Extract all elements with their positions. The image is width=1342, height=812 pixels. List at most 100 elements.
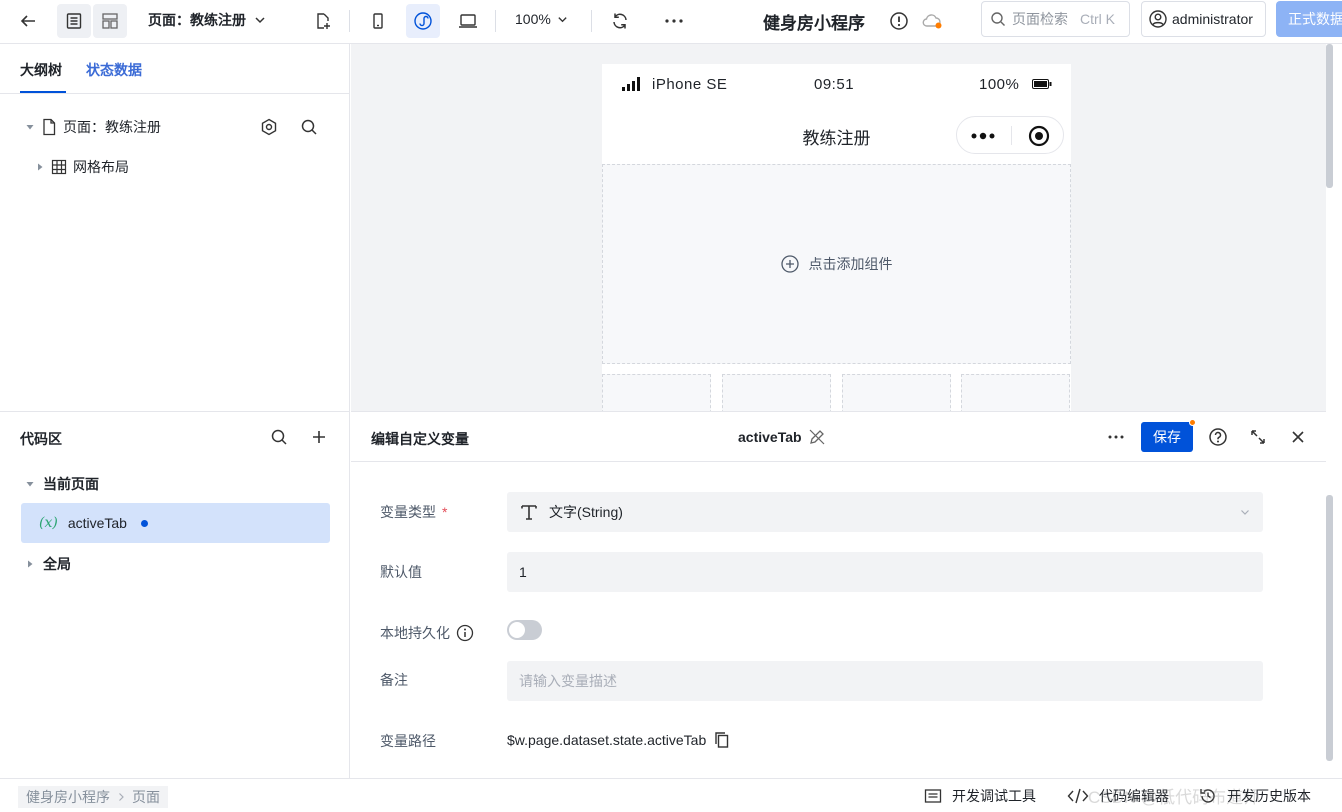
battery-icon [1032, 79, 1052, 89]
watermark: CSDN @低代码布道师 [1088, 788, 1261, 807]
design-canvas: iPhone SE 09:51 100% 教练注册 点击添加组件 [351, 44, 1326, 411]
close-miniprogram-icon[interactable] [1028, 125, 1050, 147]
page-selector-label: 页面：教练注册 [148, 12, 246, 28]
chevron-down-icon [558, 16, 567, 22]
group-current-page[interactable]: 当前页面 [25, 474, 99, 494]
caret-right-icon [28, 560, 33, 568]
variable-name: activeTab [67, 515, 127, 531]
caret-right-icon [38, 163, 43, 171]
more-icon[interactable] [657, 4, 691, 38]
phone-status-bar: iPhone SE 09:51 100% [602, 64, 1071, 104]
editor-title: 编辑自定义变量 [371, 431, 469, 447]
search-placeholder: 页面检索 [1012, 11, 1068, 27]
zoom-select[interactable]: 100% [515, 11, 568, 27]
cloud-sync-icon[interactable] [915, 4, 949, 38]
divider [0, 93, 350, 94]
edit-pencil-icon[interactable] [808, 428, 826, 446]
top-toolbar: 页面：教练注册 100% 健身房小程序 页面检索 Ctrl K administ… [0, 0, 1342, 44]
add-page-icon[interactable] [306, 4, 340, 38]
default-value-input[interactable]: 1 [507, 552, 1263, 592]
modified-dot [140, 519, 148, 527]
help-icon[interactable] [1207, 426, 1229, 448]
device-name: iPhone SE [652, 76, 728, 93]
search-icon[interactable] [268, 426, 290, 448]
layout-view-icon[interactable] [93, 4, 127, 38]
tree-node-grid[interactable]: 网格布局 [35, 157, 129, 177]
grid-cell[interactable] [722, 374, 831, 411]
breadcrumb-item[interactable]: 健身房小程序 [26, 787, 110, 807]
user-menu[interactable]: administrator [1141, 1, 1266, 37]
scrollbar-thumb[interactable] [1326, 44, 1333, 188]
variable-item-activetab[interactable]: (𝑥) activeTab [21, 503, 330, 543]
variable-type-label: 变量类型 * [380, 502, 447, 522]
canvas-scrollbar[interactable] [1326, 44, 1342, 411]
chevron-down-icon [1241, 510, 1249, 515]
add-icon[interactable] [308, 426, 330, 448]
mobile-device-icon[interactable] [361, 4, 395, 38]
group-label: 当前页面 [43, 476, 99, 492]
variable-type-select[interactable]: 文字(String) [507, 492, 1263, 532]
grid-cell[interactable] [842, 374, 951, 411]
desktop-device-icon[interactable] [451, 4, 485, 38]
chevron-right-icon [119, 793, 124, 801]
chevron-down-icon [255, 17, 265, 24]
note-label: 备注 [380, 672, 408, 688]
tree-node-label: 页面：教练注册 [63, 119, 161, 135]
close-icon[interactable] [1287, 426, 1309, 448]
page-search-input[interactable]: 页面检索 Ctrl K [981, 1, 1130, 37]
publish-button[interactable]: 正式数据 [1276, 1, 1342, 37]
save-button[interactable]: 保存 [1141, 422, 1193, 452]
page-view-icon[interactable] [57, 4, 91, 38]
battery-percent: 100% [979, 76, 1020, 93]
debug-tools-button[interactable]: 开发调试工具 [924, 786, 1036, 806]
group-global[interactable]: 全局 [25, 554, 71, 574]
text-type-icon [521, 505, 537, 520]
grid-icon [51, 159, 67, 175]
info-icon[interactable] [456, 624, 474, 642]
tab-state-data[interactable]: 状态数据 [86, 60, 142, 80]
search-icon[interactable] [292, 110, 326, 144]
grid-cell[interactable] [961, 374, 1070, 411]
tree-node-page[interactable]: 页面：教练注册 [25, 117, 161, 137]
signal-icon [622, 77, 640, 91]
tree-node-label: 网格布局 [73, 159, 129, 175]
scrollbar-thumb[interactable] [1326, 495, 1333, 761]
debug-tools-label: 开发调试工具 [952, 788, 1036, 804]
settings-hexagon-icon[interactable] [252, 110, 286, 144]
unsaved-badge [1189, 419, 1196, 426]
page-selector[interactable]: 页面：教练注册 [148, 10, 266, 30]
capsule-divider [1011, 126, 1012, 145]
label-text: 变量类型 [380, 504, 436, 520]
breadcrumb: 健身房小程序 页面 [18, 786, 168, 808]
label-text: 本地持久化 [380, 625, 450, 641]
variable-path-text: $w.page.dataset.state.activeTab [507, 732, 707, 748]
expand-icon[interactable] [1247, 426, 1269, 448]
caret-down-icon [26, 482, 34, 487]
tab-outline-tree[interactable]: 大纲树 [20, 60, 62, 80]
zoom-value: 100% [515, 11, 551, 27]
back-arrow-icon[interactable] [11, 4, 45, 38]
default-value-text: 1 [519, 564, 527, 580]
toolbar-divider [495, 10, 496, 32]
add-component-zone[interactable]: 点击添加组件 [602, 164, 1071, 364]
code-area-title: 代码区 [20, 431, 62, 447]
required-mark: * [442, 504, 448, 520]
miniprogram-device-icon[interactable] [406, 4, 440, 38]
note-input[interactable]: 请输入变量描述 [507, 661, 1263, 701]
miniprogram-capsule[interactable] [956, 116, 1064, 154]
plus-circle-icon [780, 255, 799, 273]
more-icon[interactable] [971, 132, 995, 140]
local-persist-label: 本地持久化 [380, 623, 474, 643]
add-component-label: 点击添加组件 [808, 256, 893, 272]
local-persist-toggle[interactable] [507, 620, 542, 640]
grid-cell[interactable] [602, 374, 711, 411]
refresh-icon[interactable] [603, 4, 637, 38]
copy-icon[interactable] [714, 731, 730, 749]
editor-scrollbar[interactable] [1326, 461, 1342, 778]
user-avatar-icon [1149, 10, 1167, 28]
breadcrumb-item[interactable]: 页面 [132, 787, 160, 807]
more-icon[interactable] [1105, 426, 1127, 448]
bottom-status-bar: 健身房小程序 页面 开发调试工具 代码编辑器 开发历史版本 CSDN @低代码布… [0, 778, 1342, 812]
default-value-label: 默认值 [380, 564, 422, 580]
info-alert-icon[interactable] [882, 4, 916, 38]
